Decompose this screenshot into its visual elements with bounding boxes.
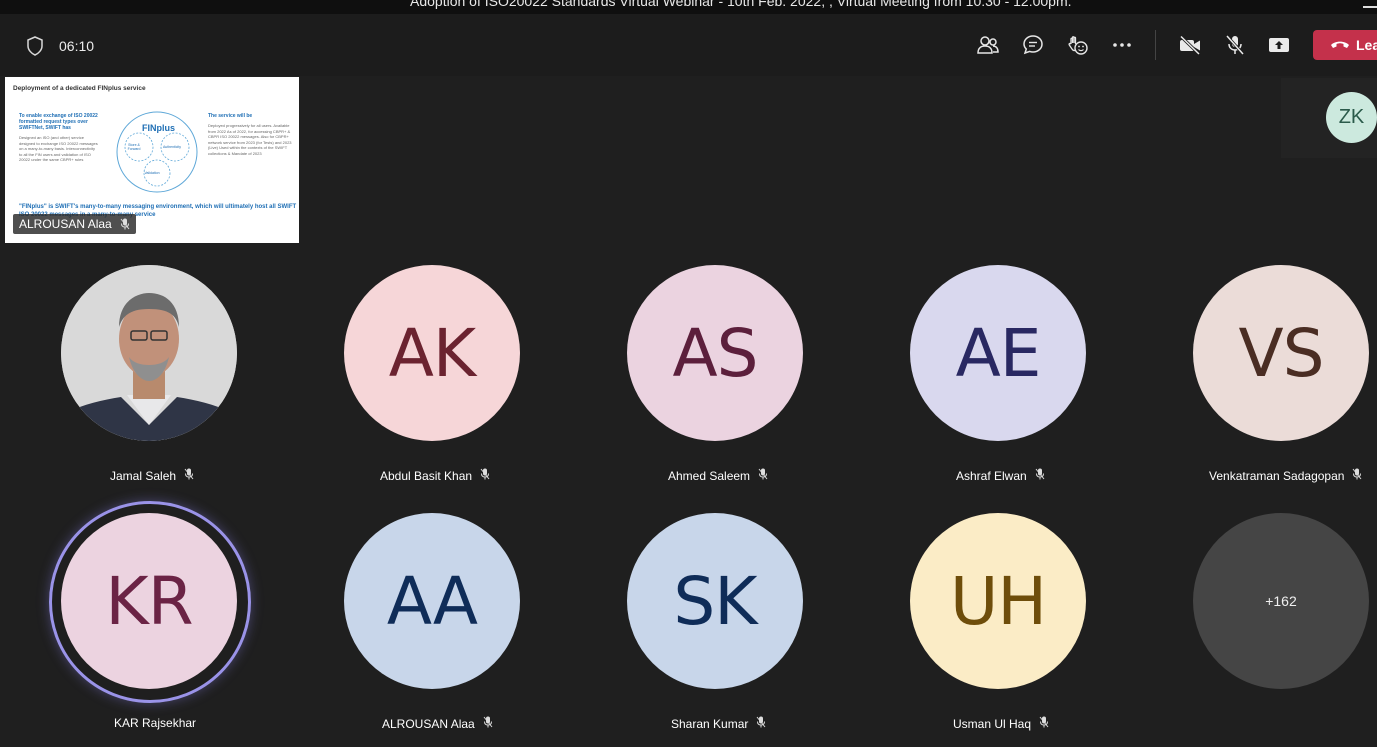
mic-off-icon: [758, 468, 768, 483]
meeting-timer: 06:10: [59, 38, 95, 54]
reactions-icon[interactable]: [1064, 33, 1090, 57]
window-title-bar: Adoption of ISO20022 Standards Virtual W…: [0, 0, 1377, 14]
mic-off-icon: [120, 218, 130, 230]
participant-tile[interactable]: VS Venkatraman Sadagopan: [1181, 253, 1377, 493]
participant-name: Sharan Kumar: [671, 716, 749, 731]
presenter-name: ALROUSAN Alaa: [19, 217, 112, 231]
participant-tile[interactable]: UH Usman Ul Haq: [898, 501, 1098, 741]
avatar: UH: [910, 513, 1086, 689]
participant-name-row: Ashraf Elwan: [956, 468, 1045, 483]
slide-right-heading: The service will be: [208, 113, 253, 119]
participant-name-row: Venkatraman Sadagopan: [1209, 468, 1362, 483]
toolbar-divider: [1155, 30, 1156, 60]
presenter-name-tag: ALROUSAN Alaa: [13, 214, 136, 234]
avatar: AK: [344, 265, 520, 441]
participant-name-row: ALROUSAN Alaa: [382, 716, 493, 731]
avatar: AS: [627, 265, 803, 441]
slide-title: Deployment of a dedicated FINplus servic…: [13, 85, 146, 92]
mic-off-icon: [483, 716, 493, 731]
mic-off-icon[interactable]: [1222, 33, 1248, 57]
participants-icon[interactable]: [975, 33, 1001, 57]
chat-icon[interactable]: [1020, 33, 1046, 57]
camera-off-icon[interactable]: [1177, 33, 1203, 57]
mic-off-icon: [1035, 468, 1045, 483]
more-options-icon[interactable]: [1109, 33, 1135, 57]
participant-name-row: Sharan Kumar: [671, 716, 766, 731]
shield-icon: [27, 36, 43, 56]
participant-name: ALROUSAN Alaa: [382, 716, 475, 731]
participant-name: Venkatraman Sadagopan: [1209, 468, 1345, 483]
diagram-node-label: Validation: [144, 171, 160, 175]
diagram-node-label: Store & Forward: [127, 143, 141, 151]
avatar: SK: [627, 513, 803, 689]
finplus-diagram: [116, 111, 198, 193]
participant-name-row: KAR Rajsekhar: [114, 716, 196, 730]
hang-up-icon: [1331, 41, 1349, 48]
participant-name: Usman Ul Haq: [953, 716, 1032, 731]
person-photo-icon: [61, 265, 237, 441]
avatar: AE: [910, 265, 1086, 441]
participant-tile[interactable]: AS Ahmed Saleem: [615, 253, 815, 493]
participant-name: Abdul Basit Khan: [380, 468, 473, 483]
participant-name-row: Jamal Saleh: [110, 468, 194, 483]
more-participants-button[interactable]: +162: [1193, 513, 1369, 689]
participant-name: Ahmed Saleem: [668, 468, 751, 483]
participant-tile[interactable]: AE Ashraf Elwan: [898, 253, 1098, 493]
slide-right-bullets: Deployed progressively for all users. Av…: [208, 123, 292, 156]
avatar: KR: [61, 513, 237, 689]
avatar-photo: [61, 265, 237, 441]
mic-off-icon: [1039, 716, 1049, 731]
mic-off-icon: [756, 716, 766, 731]
mic-off-icon: [480, 468, 490, 483]
avatar: ZK: [1326, 92, 1377, 143]
mic-off-icon: [184, 468, 194, 483]
participant-name: Ashraf Elwan: [956, 468, 1027, 483]
share-screen-icon[interactable]: [1266, 33, 1292, 57]
participant-tile-zk[interactable]: ZK: [1281, 78, 1377, 158]
avatar: VS: [1193, 265, 1369, 441]
participant-tile[interactable]: Jamal Saleh: [49, 253, 249, 493]
participant-tile[interactable]: AK Abdul Basit Khan: [332, 253, 532, 493]
participant-tile-speaking[interactable]: KR KAR Rajsekhar: [49, 501, 251, 741]
participant-name-row: Usman Ul Haq: [953, 716, 1049, 731]
mic-off-icon: [1352, 468, 1362, 483]
avatar: AA: [344, 513, 520, 689]
shared-screen[interactable]: Deployment of a dedicated FINplus servic…: [5, 77, 299, 243]
participant-tile[interactable]: AA ALROUSAN Alaa: [332, 501, 532, 741]
leave-button[interactable]: Leave: [1313, 30, 1377, 60]
participant-name: KAR Rajsekhar: [114, 716, 197, 730]
slide-left-heading: To enable exchange of ISO 20022 formatte…: [19, 113, 98, 131]
meeting-title: Adoption of ISO20022 Standards Virtual W…: [410, 0, 1072, 9]
slide-left-bullets: Designed an ISO (and other) service desi…: [19, 135, 98, 162]
diagram-node-label: Authenticity: [162, 145, 182, 149]
minimize-icon[interactable]: [1363, 0, 1377, 8]
diagram-center-label: FINplus: [142, 123, 175, 133]
participant-name: Jamal Saleh: [110, 468, 177, 483]
more-participants-tile[interactable]: +162: [1181, 501, 1377, 741]
meeting-toolbar: 06:10 Lea: [0, 14, 1377, 76]
participant-name-row: Abdul Basit Khan: [380, 468, 490, 483]
participant-tile[interactable]: SK Sharan Kumar: [615, 501, 815, 741]
leave-label: Leave: [1356, 37, 1377, 53]
participant-name-row: Ahmed Saleem: [668, 468, 768, 483]
